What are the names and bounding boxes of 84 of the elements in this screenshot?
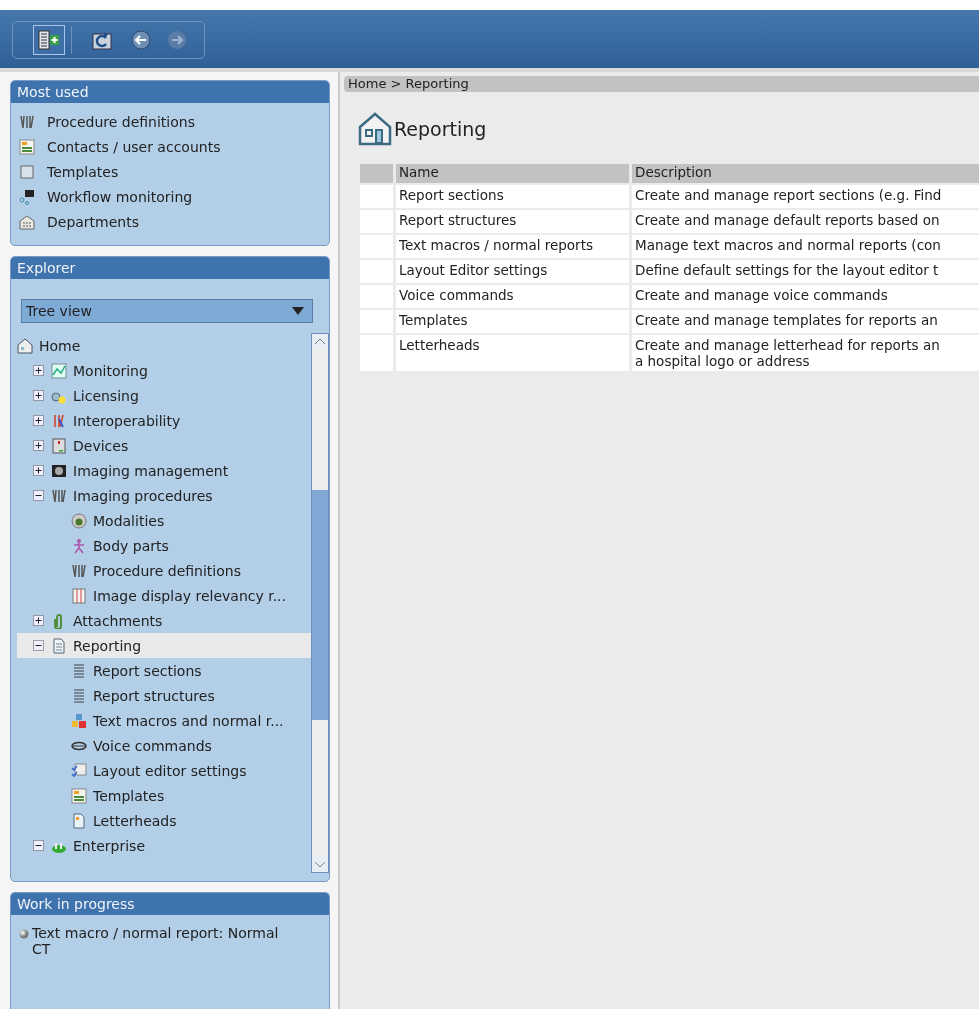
plug-icon	[51, 412, 67, 429]
tree-item[interactable]: Procedure definitions	[93, 562, 241, 579]
tree-item[interactable]: Modalities	[93, 512, 165, 529]
table-cell: Manage text macros and normal reports (con	[632, 235, 979, 258]
bullet-icon	[19, 929, 29, 939]
table-cell: Define default settings for the layout editor t	[632, 260, 979, 283]
most-used-item[interactable]: Departments	[47, 213, 139, 230]
most-used-item[interactable]: Workflow monitoring	[47, 188, 193, 205]
flow-icon	[19, 188, 35, 205]
tree-item[interactable]: Imaging procedures	[73, 487, 213, 504]
scroll-down-icon[interactable]	[312, 856, 328, 872]
tree-item[interactable]: Attachments	[73, 612, 163, 629]
panel-title: Most used	[11, 81, 329, 103]
table-cell: Create and manage letterhead for reports an a hospital logo or address	[632, 335, 979, 371]
collapse-icon[interactable]	[32, 490, 44, 501]
dept-icon	[19, 213, 35, 230]
table-cell: Create and manage templates for reports an	[632, 310, 979, 333]
expand-icon[interactable]	[32, 415, 44, 426]
tree-item[interactable]: Monitoring	[73, 362, 148, 379]
table-cell: Create and manage default reports based on	[632, 210, 979, 233]
expand-icon[interactable]	[32, 390, 44, 401]
work-item[interactable]: Text macro / normal report: Normal CT	[32, 925, 295, 957]
expand-icon[interactable]	[32, 615, 44, 626]
caret-icon	[292, 307, 304, 315]
tree-item[interactable]: Image display relevancy r...	[93, 587, 286, 604]
person-icon	[71, 537, 87, 554]
tree-item[interactable]: Letterheads	[93, 812, 177, 829]
add-list-icon[interactable]	[33, 25, 65, 55]
tree-item[interactable]: Reporting	[73, 637, 142, 654]
column-header: Name	[396, 164, 629, 183]
collapse-icon[interactable]	[32, 840, 44, 851]
scroll-up-icon[interactable]	[312, 334, 328, 350]
collapse-icon[interactable]	[32, 640, 44, 651]
most-used-item[interactable]: Procedure definitions	[47, 113, 195, 130]
table-cell[interactable]: Report structures	[396, 210, 629, 233]
doc-icon	[51, 637, 67, 654]
page-title: Reporting	[394, 118, 487, 140]
tree-item[interactable]: Voice commands	[93, 737, 212, 754]
table-cell[interactable]: Layout Editor settings	[396, 260, 629, 283]
tree-item[interactable]: Licensing	[73, 387, 139, 404]
view-dropdown[interactable]: Tree view	[21, 299, 313, 323]
lines-icon	[71, 662, 87, 679]
expand-icon[interactable]	[32, 440, 44, 451]
table-cell: Create and manage report sections (e.g. Find	[632, 185, 979, 208]
corner-header	[360, 164, 393, 183]
breadcrumb: Home > Reporting	[344, 76, 979, 92]
table-cell[interactable]: Text macros / normal reports	[396, 235, 629, 258]
letter-icon	[71, 812, 87, 829]
check-icon	[71, 762, 87, 779]
device-icon	[51, 437, 67, 454]
xray-icon	[51, 462, 67, 479]
table-cell[interactable]: Voice commands	[396, 285, 629, 308]
tree-item[interactable]: Layout editor settings	[93, 762, 247, 779]
lines-icon	[71, 687, 87, 704]
most-used-item[interactable]: Contacts / user accounts	[47, 138, 221, 155]
table-cell[interactable]: Letterheads	[396, 335, 629, 371]
home-icon	[17, 337, 33, 354]
panel-title: Work in progress	[11, 893, 329, 915]
tree-item[interactable]: Home	[39, 337, 81, 354]
tree-item[interactable]: Imaging management	[73, 462, 229, 479]
tree-item[interactable]: Templates	[93, 787, 165, 804]
tree-item[interactable]: Text macros and normal r...	[93, 712, 284, 729]
column-header: Description	[632, 164, 979, 183]
tree-item[interactable]: Report sections	[93, 662, 202, 679]
cubes-icon	[71, 712, 87, 729]
contact-icon	[71, 787, 87, 804]
table-cell: Create and manage voice commands	[632, 285, 979, 308]
scrollbar[interactable]	[311, 333, 329, 873]
home-icon	[358, 112, 392, 146]
tree-item[interactable]: Interoperability	[73, 412, 181, 429]
table-cell[interactable]: Templates	[396, 310, 629, 333]
panel-title: Explorer	[11, 257, 329, 279]
tree-item[interactable]: Body parts	[93, 537, 169, 554]
expand-icon[interactable]	[32, 465, 44, 476]
most-used-item[interactable]: Templates	[47, 163, 119, 180]
tree-item[interactable]: Devices	[73, 437, 129, 454]
modality-icon	[71, 512, 87, 529]
tree-item[interactable]: Report structures	[93, 687, 215, 704]
chart-icon	[51, 362, 67, 379]
contact-icon	[19, 138, 35, 155]
grid-icon	[71, 587, 87, 604]
expand-icon[interactable]	[32, 365, 44, 376]
table-cell[interactable]: Report sections	[396, 185, 629, 208]
tree-item[interactable]: Enterprise	[73, 837, 146, 854]
